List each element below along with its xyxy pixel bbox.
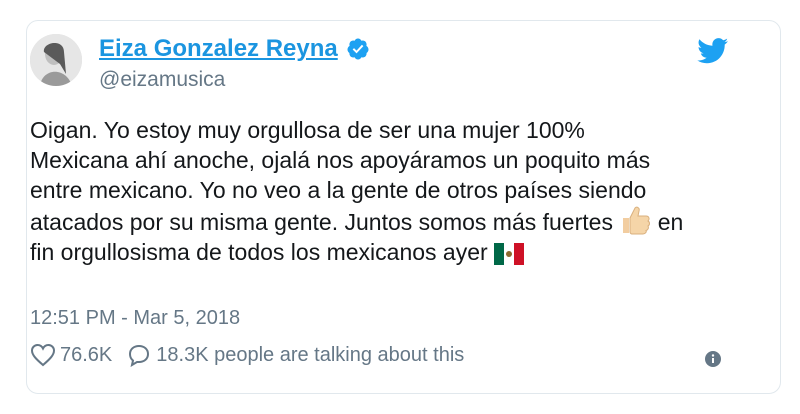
heart-icon (30, 343, 56, 367)
tweet-line-4-end: en (657, 209, 684, 235)
reply-text: 18.3K people are talking about this (156, 343, 465, 366)
author-name[interactable]: Eiza Gonzalez Reyna (99, 35, 338, 63)
info-icon[interactable] (705, 351, 721, 367)
avatar-photo (30, 34, 82, 86)
tweet-line-3: entre mexicano. Yo no veo a la gente de … (30, 177, 647, 203)
tweet-line-5: fin orgullosisma de todos los mexicanos … (30, 239, 488, 265)
speech-bubble-icon (129, 344, 150, 367)
twitter-bird-icon[interactable] (697, 38, 729, 64)
tweet-line-1: Oigan. Yo estoy muy orgullosa de ser una… (30, 117, 585, 143)
reply-button[interactable]: 18.3K people are talking about this (126, 343, 464, 367)
avatar[interactable] (30, 34, 82, 86)
like-button[interactable]: 76.6K (30, 343, 112, 367)
tweet-line-4: atacados por su misma gente. Juntos somo… (30, 209, 613, 235)
verified-badge-icon (347, 38, 369, 60)
tweet-actions: 76.6K 18.3K people are talking about thi… (30, 343, 464, 367)
like-count: 76.6K (60, 343, 113, 366)
author-handle[interactable]: @eizamusica (99, 68, 225, 92)
tweet-timestamp[interactable]: 12:51 PM - Mar 5, 2018 (30, 307, 240, 330)
thumbs-up-emoji (623, 206, 651, 235)
mexico-flag-emoji (494, 243, 525, 265)
tweet-line-2: Mexicana ahí anoche, ojalá nos apoyáramo… (30, 147, 651, 173)
tweet-text: Oigan. Yo estoy muy orgullosa de ser una… (30, 115, 730, 267)
author-row: Eiza Gonzalez Reyna (99, 35, 370, 63)
